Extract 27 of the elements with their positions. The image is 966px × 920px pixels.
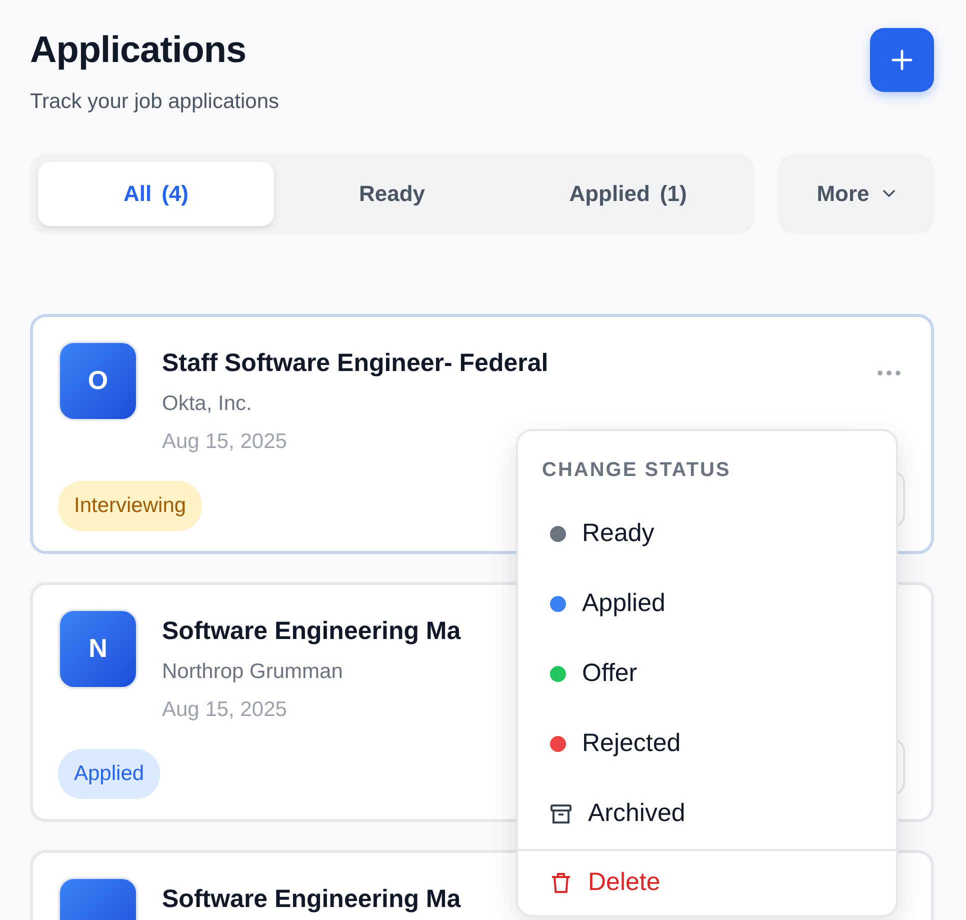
- menu-item[interactable]: Rejected: [518, 708, 896, 779]
- ellipsis-icon: [877, 370, 901, 376]
- menu-item[interactable]: Offer: [518, 638, 896, 709]
- menu-item[interactable]: Ready: [518, 498, 896, 569]
- page-subtitle: Track your job applications: [30, 89, 280, 116]
- job-title: Software Engineering Ma: [162, 884, 461, 915]
- page-title: Applications: [30, 28, 248, 72]
- job-title: Software Engineering Ma: [162, 616, 461, 647]
- plus-icon: [891, 49, 913, 71]
- trash-icon: [550, 872, 572, 894]
- company-name: Okta, Inc.: [162, 391, 253, 418]
- menu-heading: CHANGE STATUS: [541, 458, 732, 483]
- status-badge: Interviewing: [58, 481, 202, 531]
- archive-box-icon: [550, 804, 572, 824]
- company-avatar: O: [58, 340, 138, 421]
- add-button[interactable]: [870, 28, 934, 92]
- job-title: Staff Software Engineer- Federal: [162, 348, 548, 379]
- company-name: Northrop Grumman: [162, 659, 344, 686]
- chevron-down-icon: [883, 190, 896, 198]
- filter-tab[interactable]: Applied (1): [510, 162, 746, 226]
- status-badge: Applied: [58, 749, 160, 799]
- filter-tab[interactable]: All (4): [38, 162, 274, 226]
- application-date: Aug 15, 2025: [162, 696, 288, 723]
- application-date: Aug 15, 2025: [162, 428, 288, 455]
- filter-tab[interactable]: Ready: [274, 162, 510, 226]
- company-avatar: N: [58, 608, 138, 689]
- more-button[interactable]: More: [778, 154, 934, 234]
